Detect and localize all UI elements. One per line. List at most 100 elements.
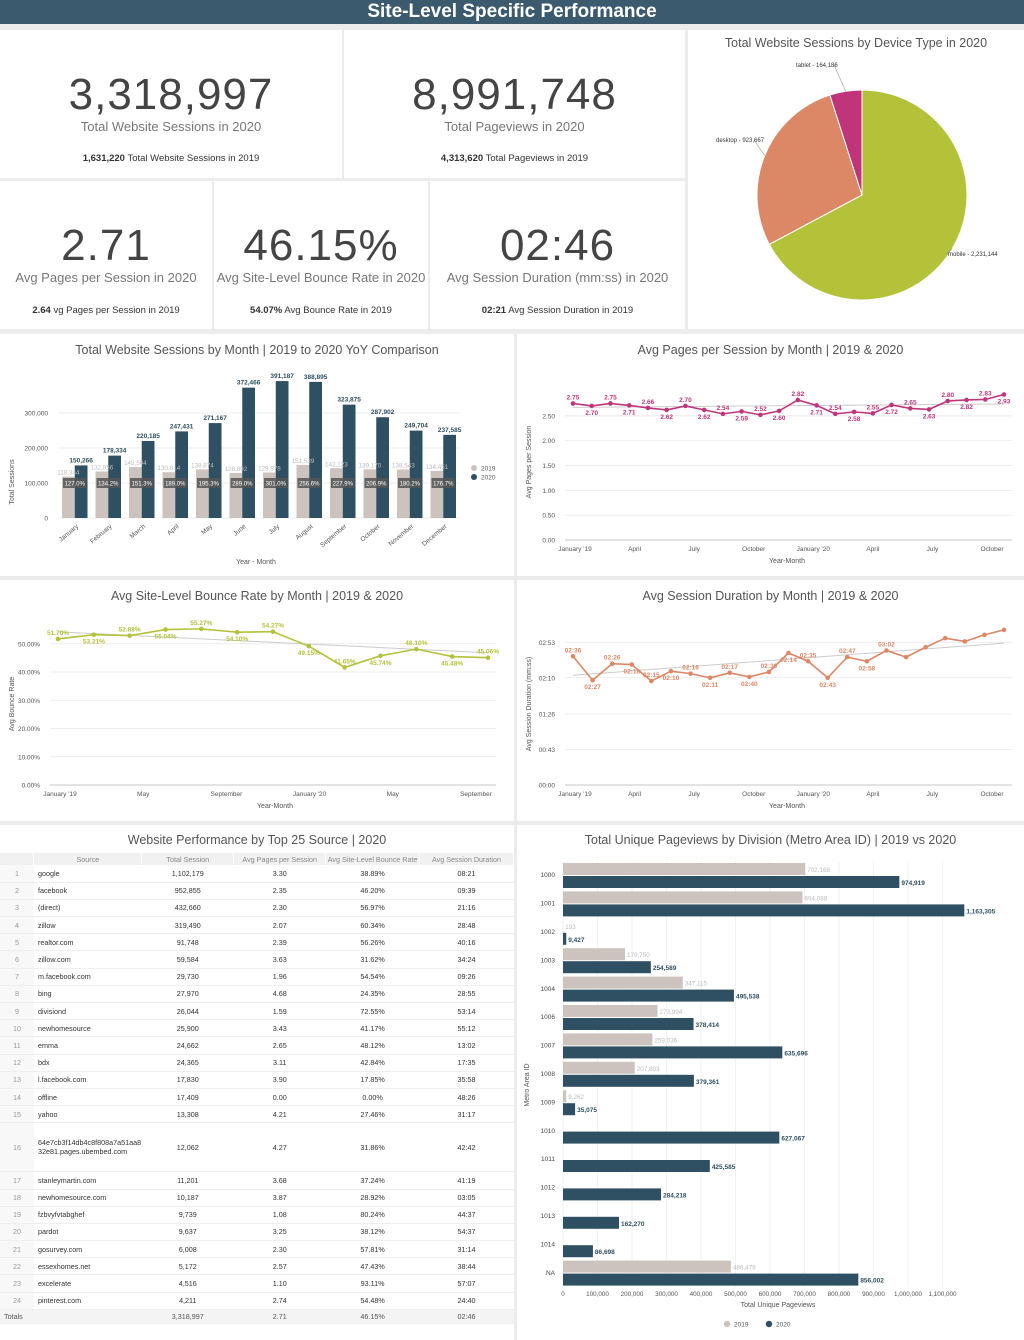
data-point — [234, 629, 240, 635]
kpi-label: Total Pageviews in 2020 — [444, 119, 585, 134]
source-cell: realtor.com — [33, 933, 142, 952]
pie-slice-label: desktop - 923,667 — [716, 138, 765, 144]
kpi-comparison-label: Total Pageviews in 2019 — [485, 153, 589, 164]
table-row[interactable]: 10 newhomesource 25,900 3.43 41.17% 55:12 — [0, 1019, 514, 1038]
table-row[interactable]: 12 bdx 24,365 3.11 42.84% 17:35 — [0, 1054, 514, 1072]
row-index: 15 — [0, 1105, 34, 1124]
data-label: 2.71 — [810, 409, 823, 416]
pps-month-chart: Avg Pages per Session Year-Month 0.00 0.5… — [526, 390, 1012, 565]
value-cell: 24,662 — [141, 1036, 234, 1055]
column-header[interactable]: Avg Pages per Session — [233, 853, 327, 865]
data-label: 2.62 — [698, 414, 711, 421]
table-row[interactable]: 11 emma 24,662 2.65 48.12% 13:02 — [0, 1036, 514, 1055]
table-row[interactable]: 5 realtor.com 91,748 2.39 56.26% 40:16 — [0, 933, 514, 952]
x-tick-label: January '20 — [293, 791, 327, 798]
bar-label-2019: 118,344 — [57, 470, 80, 477]
y-tick-label: 30.00% — [18, 698, 40, 705]
data-label: 02:40 — [741, 681, 758, 688]
kpi-comparison-label: Avg Session Duration in 2019 — [508, 305, 634, 316]
table-row[interactable]: 3 (direct) 432,660 2.30 56.97% 21:16 — [0, 899, 514, 918]
row-index: 20 — [0, 1223, 34, 1242]
table-row[interactable]: 23 excelerate 4,516 1.10 93.11% 57:07 — [0, 1274, 514, 1293]
table-row[interactable]: 16 64e7cb3f14db4c8f808a7a51aa832e81.pages… — [0, 1122, 514, 1173]
totals-label: Totals — [0, 1309, 34, 1324]
value-cell: 57.81% — [325, 1240, 420, 1259]
kpi-comparison: 1,631,220 Total Website Sessions in 2019 — [0, 153, 342, 164]
y-tick-label: 02:10 — [539, 675, 556, 682]
table-row[interactable]: 9 divisiond 26,044 1.59 72.55% 53:14 — [0, 1002, 514, 1021]
source-cell: fzbvyfvtabghef — [33, 1206, 142, 1224]
value-cell: 27.46% — [325, 1105, 420, 1124]
table-row[interactable]: 19 fzbvyfvtabghef 9,739 1.08 80.24% 44:37 — [0, 1206, 514, 1224]
data-label: 03:02 — [878, 642, 895, 649]
table-row[interactable]: 18 newhomesource.com 10,187 3.87 28.92% 03:05 — [0, 1189, 514, 1207]
data-label: 45.06% — [477, 649, 499, 656]
y-tick-label: 1001 — [541, 901, 556, 908]
data-label: 2.75 — [604, 394, 617, 401]
table-row[interactable]: 13 l.facebook.com 17,830 3.90 17.85% 35:58 — [0, 1071, 514, 1089]
table-row[interactable]: 7 m.facebook.com 29,730 1.96 54.54% 09:26 — [0, 968, 514, 986]
value-cell: 41:19 — [419, 1171, 514, 1190]
data-point — [342, 665, 347, 670]
data-label: 2.80 — [941, 392, 954, 399]
table-row[interactable]: 15 yahoo 13,308 4.21 27.46% 31:17 — [0, 1105, 514, 1124]
pps-month-card: Avg Pages per Session by Month | 2019 & … — [517, 334, 1024, 576]
table-row[interactable]: 21 gosurvey.com 6,008 2.30 57.81% 31:14 — [0, 1240, 514, 1259]
table-row[interactable]: 8 bing 27,970 4.68 24.35% 28:55 — [0, 985, 514, 1004]
table-row[interactable]: 4 zillow 319,490 2.07 60.34% 28:48 — [0, 916, 514, 935]
growth-label: 256.6% — [299, 482, 320, 488]
data-label: 02:11 — [702, 682, 719, 689]
growth-label: 134.2% — [98, 482, 119, 488]
table-row[interactable]: 14 offline 17,409 0.00 0.00% 48:26 — [0, 1088, 514, 1107]
series-line — [572, 393, 1005, 416]
table-row[interactable]: 1 google 1,102,179 3.30 38.89% 08:21 — [0, 865, 514, 883]
value-cell: 0.00% — [325, 1088, 420, 1107]
value-cell: 46.20% — [325, 882, 420, 900]
data-point — [889, 402, 894, 408]
value-cell: 9,739 — [141, 1206, 234, 1224]
row-index: 14 — [0, 1088, 34, 1107]
x-tick-label: 1,100,000 — [928, 1291, 957, 1298]
bar-label-2020: 379,361 — [696, 1079, 720, 1086]
table-header-row: Source Total Session Avg Pages per Sessi… — [0, 853, 514, 865]
data-point — [609, 661, 615, 667]
x-tick-label: January '19 — [43, 791, 77, 798]
legend-label-2020: 2020 — [776, 1322, 791, 1329]
data-label: 54.27% — [262, 623, 284, 630]
data-point — [776, 408, 782, 414]
data-point — [720, 411, 726, 417]
kpi-label: Avg Pages per Session in 2020 — [15, 270, 197, 285]
value-cell: 1.10 — [233, 1274, 326, 1293]
column-header[interactable]: Total Session — [141, 853, 235, 865]
x-tick-label: August — [295, 523, 315, 541]
data-point — [378, 653, 383, 659]
column-header[interactable]: Avg Session Duration — [419, 853, 514, 865]
data-label: 45.74% — [369, 660, 391, 667]
x-tick-label: December — [421, 523, 449, 548]
data-label: 2.65 — [904, 399, 917, 406]
row-index: 17 — [0, 1171, 34, 1190]
bar-label-2020: 162,270 — [621, 1221, 645, 1228]
legend-marker-2020 — [765, 1320, 773, 1328]
data-point — [199, 626, 204, 632]
table-row[interactable]: 20 pardot 9,637 3.25 38.12% 54:37 — [0, 1223, 514, 1242]
table-row[interactable]: 2 facebook 952,855 2.35 46.20% 09:39 — [0, 882, 514, 900]
bar-label-2019: 128,892 — [224, 466, 247, 473]
source-cell: (direct) — [33, 899, 142, 918]
table-row[interactable]: 6 zillow.com 59,584 3.63 31.62% 34:24 — [0, 950, 514, 969]
value-cell: 432,660 — [141, 899, 234, 918]
table-row[interactable]: 17 stanleymartin.com 11,201 3.68 37.24% 41:19 — [0, 1171, 514, 1190]
column-header[interactable]: Source — [33, 853, 143, 865]
x-tick-label: 300,000 — [655, 1291, 678, 1298]
column-header[interactable]: Avg Site-Level Bounce Rate — [325, 853, 421, 865]
table-row[interactable]: 24 pinterest.com 4,211 2.74 54.48% 24:40 — [0, 1292, 514, 1310]
value-cell: 54.54% — [325, 968, 420, 986]
value-cell: 48.12% — [325, 1036, 420, 1055]
bar-label-2020: 247,431 — [170, 423, 194, 430]
x-axis-label: Total Unique Pageviews — [741, 1302, 816, 1309]
y-tick-label: 300,000 — [25, 411, 49, 418]
table-row[interactable]: 22 essexhomes.net 5,172 2.57 47.43% 38:44 — [0, 1257, 514, 1276]
data-label: 48.10% — [405, 640, 427, 647]
source-cell: zillow — [33, 916, 142, 935]
y-tick-label: 02:53 — [539, 640, 556, 647]
